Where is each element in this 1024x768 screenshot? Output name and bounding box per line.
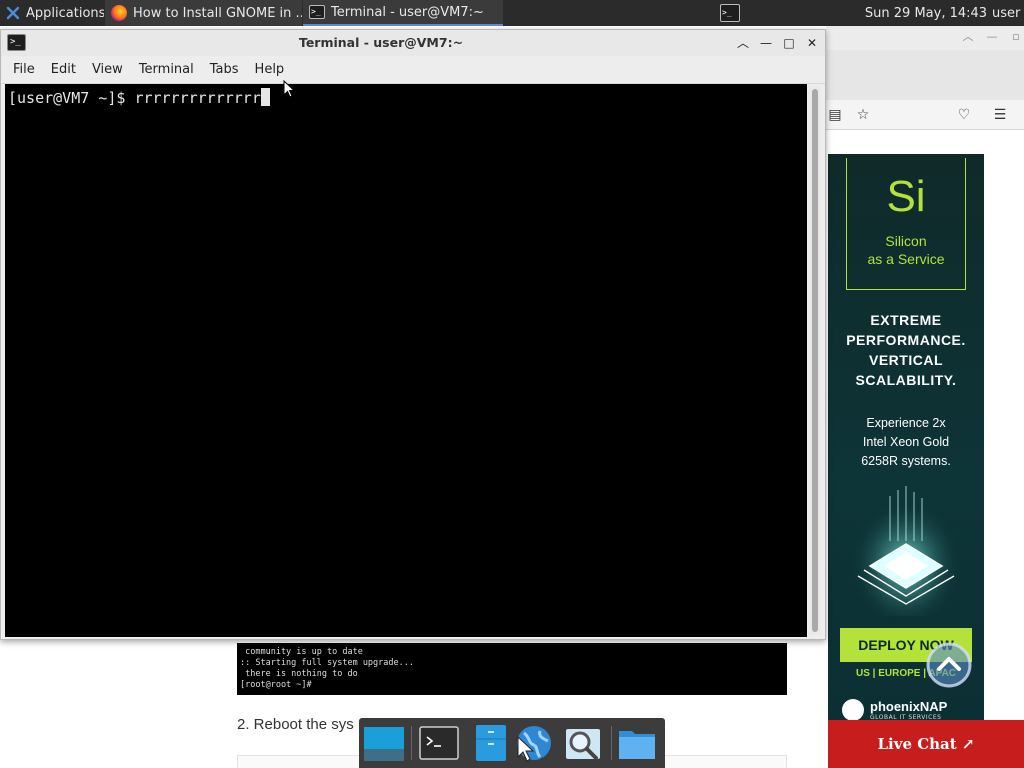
clock-label: Sun 29 May, 14:43 bbox=[864, 5, 988, 21]
text-cursor bbox=[260, 88, 270, 106]
user-label: user bbox=[992, 5, 1021, 21]
chevron-up-icon[interactable]: ︿ bbox=[960, 29, 976, 45]
code-block: community is up to date:: Starting full … bbox=[237, 643, 787, 695]
browser-tabstrip bbox=[826, 50, 1024, 100]
chip-illustration-icon bbox=[850, 486, 962, 616]
scrollbar-thumb[interactable] bbox=[812, 89, 818, 632]
terminal-title: Terminal - user@VM7:~ bbox=[298, 35, 464, 50]
maximize-icon[interactable]: ▫ bbox=[1008, 29, 1024, 45]
taskbar-terminal-label: Terminal - user@VM7:~ bbox=[331, 4, 484, 20]
ad-headline-line: VERTICAL bbox=[869, 352, 943, 368]
code-line: there is nothing to do bbox=[240, 669, 358, 679]
terminal-icon: >_ bbox=[720, 4, 740, 22]
ad-product-line1: Silicon bbox=[885, 233, 927, 249]
folder-icon[interactable] bbox=[616, 723, 658, 763]
phoenixnap-mark-icon bbox=[842, 699, 864, 721]
taskbar-terminal-window[interactable]: >_ Terminal - user@VM7:~ bbox=[303, 0, 503, 26]
pocket-icon[interactable]: ♡ bbox=[955, 106, 973, 124]
firefox-icon bbox=[111, 5, 127, 21]
terminal-icon: >_ bbox=[7, 34, 26, 51]
terminal-scrollbar[interactable] bbox=[809, 86, 821, 635]
terminal-menubar: File Edit View Terminal Tabs Help bbox=[1, 56, 825, 84]
ad-product-line2: as a Service bbox=[867, 251, 945, 267]
ad-headline-line: EXTREME bbox=[870, 312, 942, 328]
xfce-logo-icon bbox=[6, 6, 20, 20]
close-icon[interactable]: ✕ bbox=[804, 35, 820, 51]
mouse-pointer-icon bbox=[283, 80, 295, 98]
live-chat-button[interactable]: Live Chat ↗ bbox=[828, 720, 1024, 768]
terminal-titlebar[interactable]: >_ Terminal - user@VM7:~ ︿ — □ ✕ bbox=[1, 30, 825, 56]
ad-product-name: Silicon as a Service bbox=[847, 232, 965, 268]
phoenixnap-logo: phoenixNAP GLOBAL IT SERVICES bbox=[842, 698, 947, 722]
taskbar-firefox-window[interactable]: How to Install GNOME in ... bbox=[105, 0, 302, 26]
scroll-to-top-icon[interactable] bbox=[926, 642, 972, 688]
menu-tabs[interactable]: Tabs bbox=[202, 62, 247, 77]
file-manager-icon[interactable] bbox=[470, 723, 512, 763]
terminal-output[interactable]: [user@VM7 ~]$ rrrrrrrrrrrrrr bbox=[5, 84, 807, 637]
chevron-up-icon[interactable]: ︿ bbox=[735, 35, 751, 51]
article-step-text: 2. Reboot the sys bbox=[237, 716, 354, 733]
brand-name: phoenixNAP bbox=[870, 699, 948, 714]
code-line: community is up to date bbox=[240, 647, 363, 657]
clock[interactable]: Sun 29 May, 14:43 bbox=[862, 0, 990, 26]
dock-separator bbox=[411, 726, 412, 760]
taskbar-firefox-label: How to Install GNOME in ... bbox=[133, 5, 302, 21]
browser-toolbar: ▤ ☆ ♡ ☰ bbox=[826, 100, 1024, 130]
typed-command: rrrrrrrrrrrrrr bbox=[134, 89, 261, 107]
menu-file[interactable]: File bbox=[5, 62, 43, 77]
menu-terminal[interactable]: Terminal bbox=[131, 62, 202, 77]
applications-menu-button[interactable]: Applications ☰ bbox=[0, 0, 104, 26]
web-browser-icon[interactable] bbox=[512, 723, 554, 763]
browser-window: ︿ — ▫ ▤ ☆ ♡ ☰ Si Silicon as a Service EX… bbox=[826, 26, 1024, 768]
browser-titlebar: ︿ — ▫ bbox=[826, 26, 1024, 50]
terminal-window[interactable]: >_ Terminal - user@VM7:~ ︿ — □ ✕ File Ed… bbox=[0, 29, 826, 640]
ad-body: Experience 2x Intel Xeon Gold 6258R syst… bbox=[828, 414, 984, 471]
show-desktop-icon[interactable] bbox=[362, 723, 404, 763]
ad-headline-line: SCALABILITY. bbox=[855, 372, 957, 388]
menu-help[interactable]: Help bbox=[247, 62, 293, 77]
terminal-launcher-button[interactable]: >_ bbox=[713, 0, 747, 26]
user-menu[interactable]: user bbox=[990, 0, 1024, 26]
minimize-icon[interactable]: — bbox=[984, 29, 1000, 45]
ad-body-line: Intel Xeon Gold bbox=[862, 435, 950, 449]
shell-prompt: [user@VM7 ~]$ bbox=[8, 89, 135, 107]
menu-view[interactable]: View bbox=[84, 62, 131, 77]
menu-edit[interactable]: Edit bbox=[43, 62, 84, 77]
applications-label: Applications bbox=[26, 5, 104, 21]
ad-headline-line: PERFORMANCE. bbox=[846, 332, 966, 348]
hamburger-menu-icon[interactable]: ☰ bbox=[991, 106, 1009, 124]
reader-view-icon[interactable]: ▤ bbox=[826, 106, 844, 124]
ad-body-line: 6258R systems. bbox=[861, 454, 951, 468]
ad-silicon-box: Si Silicon as a Service bbox=[846, 158, 966, 290]
ad-headline: EXTREME PERFORMANCE. VERTICAL SCALABILIT… bbox=[828, 310, 984, 390]
terminal-icon: >_ bbox=[309, 5, 325, 19]
minimize-icon[interactable]: — bbox=[758, 35, 774, 51]
search-icon[interactable] bbox=[562, 723, 604, 763]
terminal-command-line: [user@VM7 ~]$ rrrrrrrrrrrrrr bbox=[8, 88, 270, 107]
dock bbox=[359, 718, 665, 768]
top-panel: Applications ☰ How to Install GNOME in .… bbox=[0, 0, 1024, 26]
code-line: [root@root ~]# bbox=[240, 680, 312, 690]
ad-body-line: Experience 2x bbox=[866, 416, 946, 430]
maximize-icon[interactable]: □ bbox=[781, 35, 797, 51]
code-line: :: Starting full system upgrade... bbox=[240, 658, 414, 668]
dock-separator bbox=[611, 726, 612, 760]
ad-symbol: Si bbox=[886, 172, 926, 221]
bookmark-star-icon[interactable]: ☆ bbox=[854, 106, 872, 124]
terminal-icon[interactable] bbox=[418, 723, 460, 763]
